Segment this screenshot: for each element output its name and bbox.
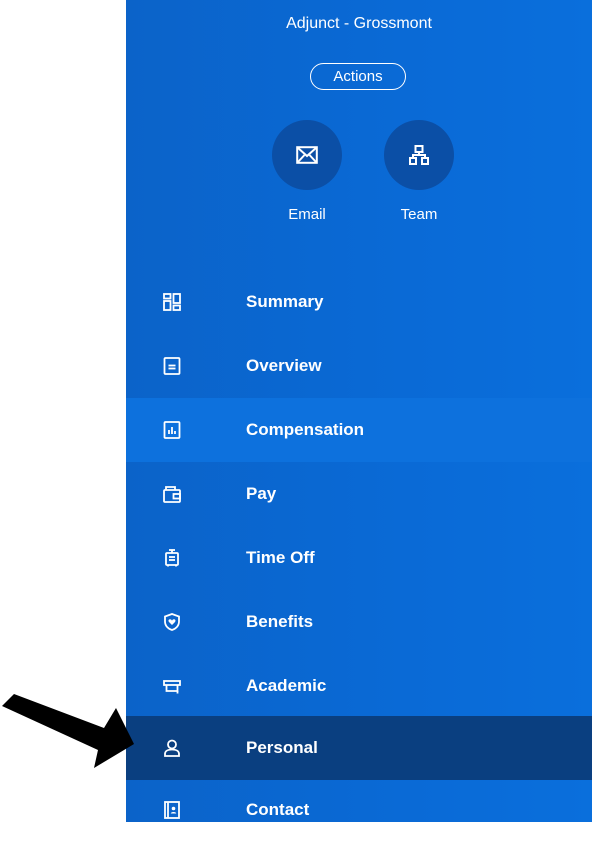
nav-label-compensation: Compensation [246,420,365,439]
nav-label-overview: Overview [246,356,322,375]
nav-label-benefits: Benefits [246,612,314,631]
graduation-cap-icon [163,677,181,695]
team-label: Team [400,206,438,223]
position-title: Adjunct - Grossmont [286,15,432,32]
team-quick-action[interactable]: Team [379,120,459,223]
nav-label-pay: Pay [246,484,277,503]
nav-item-overview[interactable]: Overview [126,334,592,398]
email-label: Email [288,206,326,223]
nav-item-compensation[interactable]: Compensation [126,398,592,462]
nav-item-summary[interactable]: Summary [126,270,592,334]
person-icon [163,739,181,757]
nav-item-benefits[interactable]: Benefits [126,590,592,654]
worker-profile-sidebar: Adjunct - Grossmont Actions Email Team S… [126,0,592,822]
nav-item-contact[interactable]: Contact [126,778,592,842]
envelope-icon [296,146,318,164]
suitcase-icon [163,549,181,567]
actions-button[interactable]: Actions [310,63,406,90]
email-circle [272,120,342,190]
nav-label-contact: Contact [246,800,310,819]
nav-item-pay[interactable]: Pay [126,462,592,526]
nav-label-academic: Academic [246,676,327,695]
org-chart-icon [409,145,429,165]
document-icon [163,357,181,375]
nav-label-personal: Personal [246,738,318,757]
team-circle [384,120,454,190]
grid-icon [163,293,181,311]
nav-item-time-off[interactable]: Time Off [126,526,592,590]
nav-label-summary: Summary [246,292,324,311]
nav-item-personal[interactable]: Personal [126,716,592,780]
wallet-icon [163,485,181,503]
nav-item-academic[interactable]: Academic [126,654,592,718]
nav-label-time-off: Time Off [246,548,315,567]
screenshot-stage: Adjunct - Grossmont Actions Email Team S… [0,0,592,850]
shield-heart-icon [163,613,181,631]
bar-chart-icon [163,421,181,439]
black-arrow-icon [2,694,134,768]
email-quick-action[interactable]: Email [267,120,347,223]
contact-card-icon [163,801,181,819]
